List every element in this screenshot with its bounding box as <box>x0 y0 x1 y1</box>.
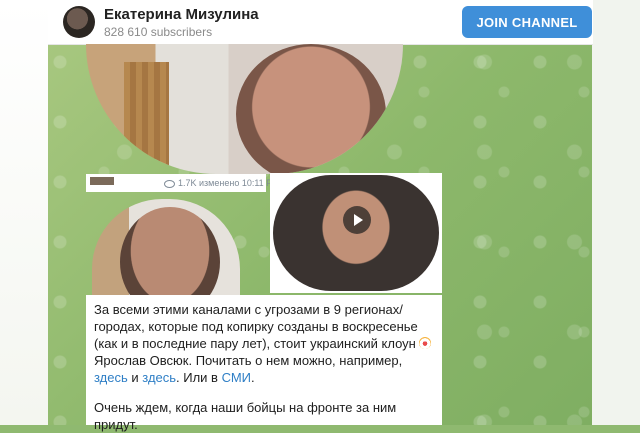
channel-header: Екатерина Мизулина 828 610 subscribers J… <box>48 0 593 45</box>
view-count: 1.7K изменено 10:11 PM <box>164 178 280 188</box>
message-text: . <box>251 370 255 385</box>
edited-time: изменено 10:11 PM <box>199 178 280 188</box>
video-background-wood <box>124 62 169 174</box>
play-button[interactable] <box>343 206 371 234</box>
channel-name[interactable]: Екатерина Мизулина <box>104 6 259 23</box>
message-text: и <box>127 370 143 385</box>
clown-emoji-icon <box>419 337 432 349</box>
message-text: Ярослав Овсюк. Почитать о нем можно, нап… <box>94 353 403 368</box>
join-channel-button[interactable]: JOIN CHANNEL <box>462 6 592 38</box>
video-face <box>120 207 220 299</box>
message-paragraph-1: За всеми этими каналами с угрозами в 9 р… <box>94 301 439 386</box>
message-text: . Или в <box>176 370 222 385</box>
message-text-card: За всеми этими каналами с угрозами в 9 р… <box>86 295 442 432</box>
video-face <box>236 44 386 174</box>
play-icon <box>354 214 363 226</box>
eye-icon <box>164 179 175 188</box>
right-background <box>592 0 640 425</box>
left-background <box>0 0 48 425</box>
message-paragraph-2: Очень ждем, когда наши бойцы на фронте з… <box>94 400 397 432</box>
avatar[interactable] <box>63 6 95 38</box>
video-meta-bar: 1.7K изменено 10:11 PM <box>86 174 280 192</box>
link-media[interactable]: СМИ <box>222 370 251 385</box>
views-value: 1.7K <box>178 178 197 188</box>
round-video-message-top[interactable] <box>86 44 403 174</box>
link-here-1[interactable]: здесь <box>94 370 128 385</box>
message-text: За всеми этими каналами с угрозами в 9 р… <box>94 302 418 351</box>
link-here-2[interactable]: здесь <box>142 370 176 385</box>
subscriber-count: 828 610 subscribers <box>104 25 213 39</box>
media-thumbnail <box>90 177 114 185</box>
